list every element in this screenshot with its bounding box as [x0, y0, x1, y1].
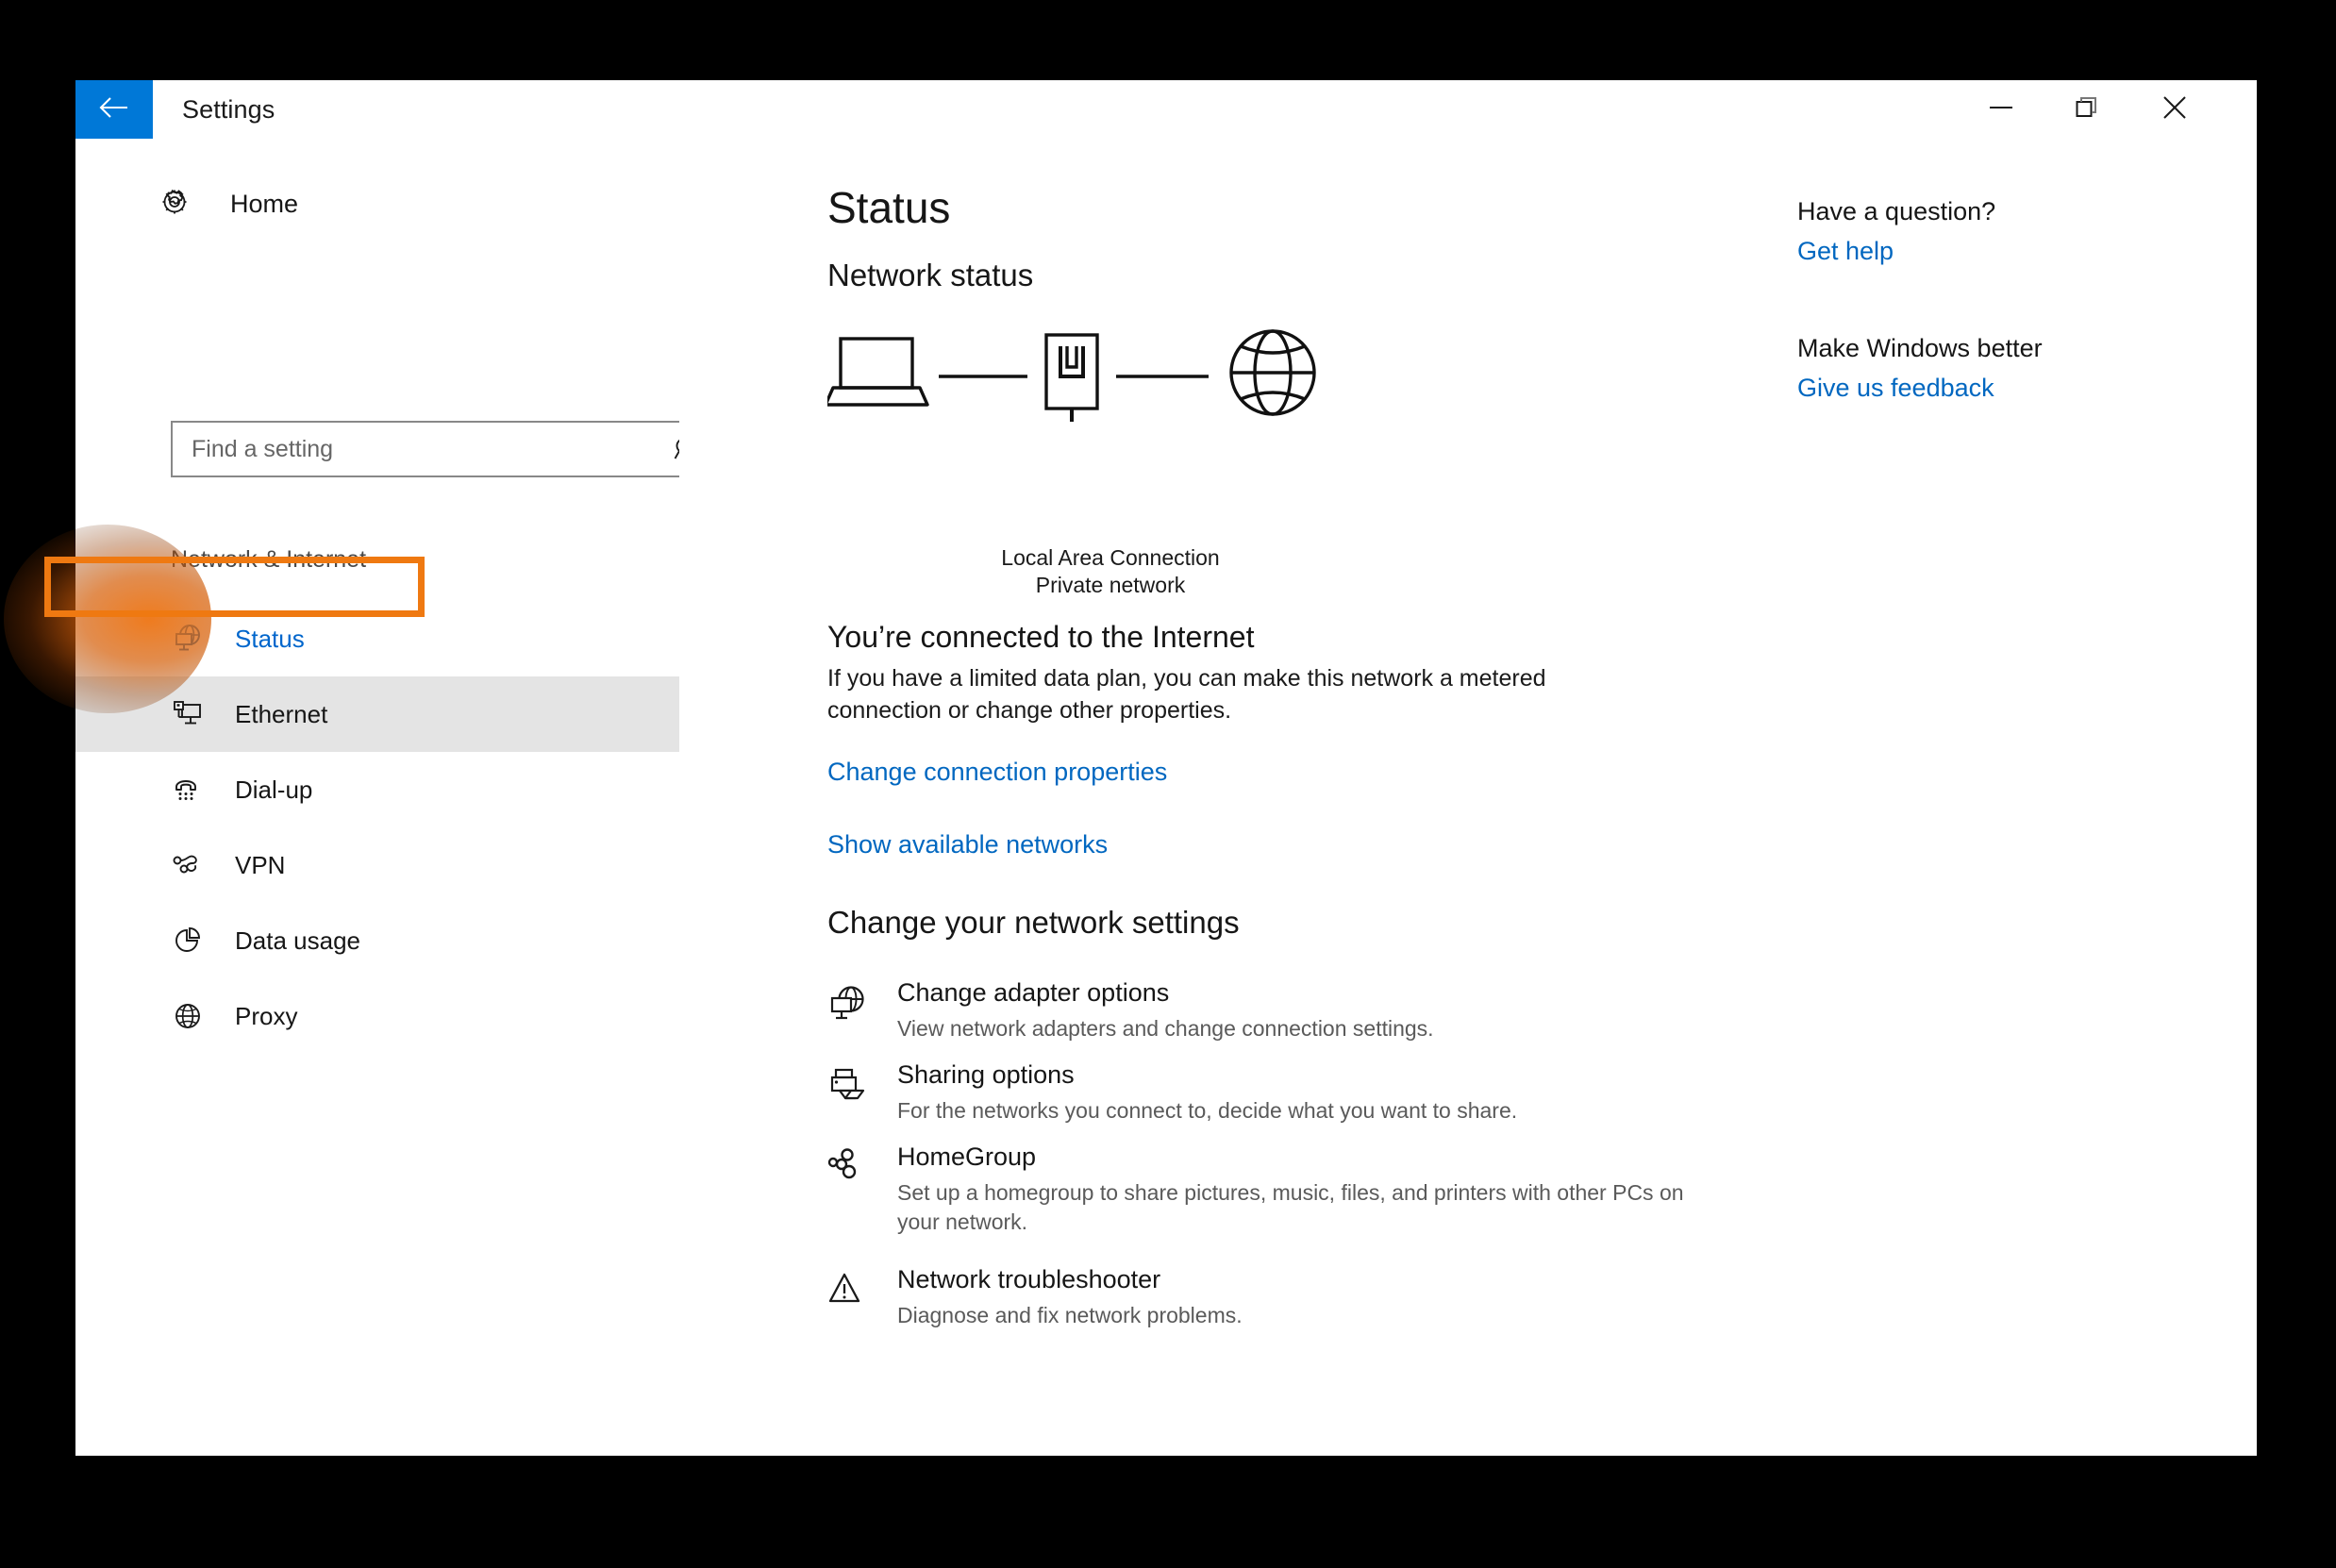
- globe-monitor-icon: [172, 623, 213, 655]
- page-title: Status: [827, 183, 951, 232]
- setting-title: Network troubleshooter: [897, 1265, 1161, 1293]
- homegroup-icon: [827, 1143, 867, 1236]
- globe-icon: [1229, 329, 1316, 416]
- sidebar-item-vpn-label: VPN: [235, 850, 286, 879]
- help-question-heading: Have a question?: [1797, 197, 1996, 225]
- vpn-key-icon: [172, 849, 213, 881]
- search-input[interactable]: [192, 435, 658, 463]
- sidebar-item-vpn[interactable]: VPN: [75, 827, 679, 903]
- globe-icon: [172, 1000, 213, 1032]
- setting-description: For the networks you connect to, decide …: [897, 1097, 1518, 1123]
- sidebar-item-home[interactable]: Home: [159, 186, 298, 223]
- sidebar-item-status[interactable]: Status: [75, 601, 679, 676]
- sidebar-item-dial-up-label: Dial-up: [235, 775, 313, 804]
- connection-label: Local Area Connection Private network: [912, 544, 1309, 600]
- close-button[interactable]: [2138, 80, 2211, 139]
- restore-icon: [2076, 95, 2100, 125]
- setting-item-network-troubleshooter[interactable]: Network troubleshooter Diagnose and fix …: [827, 1265, 1771, 1330]
- connection-name: Local Area Connection: [1001, 545, 1220, 570]
- globe-monitor-icon: [827, 978, 867, 1043]
- search-box[interactable]: [171, 421, 716, 477]
- setting-description: Diagnose and fix network problems.: [897, 1302, 1243, 1327]
- get-help-link[interactable]: Get help: [1797, 237, 2222, 266]
- sidebar-item-data-usage-label: Data usage: [235, 926, 360, 955]
- sidebar-item-status-label: Status: [235, 624, 305, 653]
- setting-item-change-adapter-options[interactable]: Change adapter options View network adap…: [827, 978, 1771, 1043]
- link-change-connection-properties[interactable]: Change connection properties: [827, 758, 1167, 787]
- main-content: Status Network status Local Area Connect…: [679, 139, 2257, 1456]
- help-feedback-heading: Make Windows better: [1797, 334, 2043, 362]
- sidebar-item-proxy[interactable]: Proxy: [75, 978, 679, 1054]
- printer-folder-icon: [827, 1060, 867, 1126]
- sidebar-group-header: Network & Internet: [171, 546, 367, 573]
- network-status-title: Network status: [827, 258, 1034, 292]
- sidebar-item-ethernet[interactable]: Ethernet: [75, 676, 679, 752]
- settings-window: Settings Home Find a setting Network & I…: [75, 80, 2257, 1456]
- setting-title: Sharing options: [897, 1060, 1075, 1089]
- phone-dialpad-icon: [172, 774, 213, 806]
- warning-triangle-icon: [827, 1265, 867, 1330]
- minimize-icon: [1989, 101, 2013, 119]
- title-bar: Settings: [75, 80, 2257, 139]
- help-feedback-block: Make Windows better Give us feedback: [1797, 334, 2222, 403]
- sidebar: Home Network & Internet: [75, 139, 716, 1456]
- back-button[interactable]: [75, 80, 153, 139]
- laptop-icon: [824, 337, 929, 407]
- restore-button[interactable]: [2051, 80, 2125, 139]
- setting-title: HomeGroup: [897, 1143, 1037, 1171]
- minimize-button[interactable]: [1964, 80, 2038, 139]
- sidebar-item-dial-up[interactable]: Dial-up: [75, 752, 679, 827]
- setting-item-sharing-options[interactable]: Sharing options For the networks you con…: [827, 1060, 1771, 1126]
- window-title: Settings: [182, 95, 275, 124]
- network-diagram: Local Area Connection Private network: [824, 318, 1507, 597]
- network-adapter-icon: [1044, 333, 1099, 422]
- pie-chart-icon: [172, 925, 213, 957]
- setting-title: Change adapter options: [897, 978, 1170, 1007]
- screen: Settings Home Find a setting Network & I…: [0, 0, 2336, 1568]
- ethernet-monitor-icon: [172, 698, 213, 730]
- sidebar-nav-list: Status Ethernet Dial-up VPN Data usage P…: [75, 601, 679, 1054]
- give-feedback-link[interactable]: Give us feedback: [1797, 374, 2222, 403]
- sidebar-item-home-label: Home: [230, 190, 299, 218]
- change-network-settings-title: Change your network settings: [827, 905, 1240, 940]
- close-icon: [2162, 95, 2187, 125]
- link-show-available-networks[interactable]: Show available networks: [827, 830, 1108, 859]
- setting-description: View network adapters and change connect…: [897, 1015, 1434, 1041]
- setting-description: Set up a homegroup to share pictures, mu…: [897, 1179, 1684, 1234]
- connected-description: If you have a limited data plan, you can…: [827, 665, 1546, 724]
- connection-type: Private network: [1035, 573, 1186, 598]
- sidebar-item-data-usage[interactable]: Data usage: [75, 903, 679, 978]
- setting-item-homegroup[interactable]: HomeGroup Set up a homegroup to share pi…: [827, 1143, 1771, 1236]
- back-arrow-icon: [98, 95, 130, 125]
- help-panel: Have a question? Get help Make Windows b…: [1797, 197, 2222, 403]
- sidebar-item-ethernet-label: Ethernet: [235, 699, 328, 728]
- connected-heading: You’re connected to the Internet: [827, 620, 1255, 654]
- sidebar-item-proxy-label: Proxy: [235, 1001, 298, 1030]
- gear-icon: [159, 186, 191, 223]
